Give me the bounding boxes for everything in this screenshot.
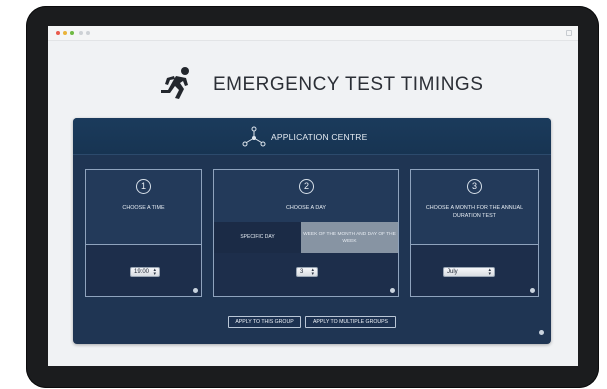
apply-to-multiple-groups-button[interactable]: APPLY TO MULTIPLE GROUPS	[305, 316, 396, 328]
time-select-value: 19:00	[134, 269, 150, 275]
forward-button[interactable]	[86, 31, 90, 35]
step-day-card: 2 CHOOSE A DAY SPECIFIC DAY WEEK OF THE …	[213, 169, 399, 297]
browser-toolbar	[48, 26, 578, 41]
step-month-card: 3 CHOOSE A MONTH FOR THE ANNUAL DURATION…	[410, 169, 539, 297]
panel-title: APPLICATION CENTRE	[271, 132, 368, 142]
step-number: 2	[299, 179, 314, 194]
stepper-icon: ▴ ▾	[153, 267, 156, 277]
step-number: 1	[136, 179, 151, 194]
info-icon[interactable]	[530, 288, 535, 293]
panel-header: APPLICATION CENTRE	[73, 118, 551, 155]
minimize-window-button[interactable]	[63, 31, 67, 35]
step-label: CHOOSE A MONTH FOR THE ANNUAL DURATION T…	[425, 205, 524, 219]
tab-specific-day[interactable]: SPECIFIC DAY	[214, 222, 301, 253]
step-label: CHOOSE A DAY	[285, 205, 327, 211]
resize-icon[interactable]	[566, 30, 572, 36]
step-label: CHOOSE A TIME	[122, 205, 165, 211]
app-window: EMERGENCY TEST TIMINGS APPLICATION CENTR…	[48, 26, 578, 366]
page-title: EMERGENCY TEST TIMINGS	[213, 74, 484, 95]
application-centre-panel: APPLICATION CENTRE 1 CHOOSE A TIME 19:00…	[73, 118, 551, 344]
day-select-value: 3	[300, 269, 304, 275]
info-icon[interactable]	[390, 288, 395, 293]
maximize-window-button[interactable]	[70, 31, 74, 35]
back-button[interactable]	[79, 31, 83, 35]
step-time-card: 1 CHOOSE A TIME 19:00 ▴ ▾	[85, 169, 202, 297]
tab-week-of-month[interactable]: WEEK OF THE MONTH AND DAY OF THE WEEK	[301, 222, 398, 253]
apply-to-group-button[interactable]: APPLY TO THIS GROUP	[228, 316, 301, 328]
day-select[interactable]: 3 ▴ ▾	[296, 267, 318, 277]
page-header: EMERGENCY TEST TIMINGS	[48, 66, 578, 106]
stepper-icon: ▴ ▾	[311, 267, 314, 277]
close-window-button[interactable]	[56, 31, 60, 35]
stepper-icon: ▴ ▾	[488, 267, 491, 277]
month-select[interactable]: July ▴ ▾	[443, 267, 495, 277]
panel-info-icon[interactable]	[539, 330, 544, 335]
running-man-icon	[161, 67, 189, 99]
info-icon[interactable]	[193, 288, 198, 293]
network-nodes-icon	[242, 126, 266, 147]
step-number: 3	[467, 179, 482, 194]
time-select[interactable]: 19:00 ▴ ▾	[130, 267, 160, 277]
month-select-value: July	[447, 269, 458, 275]
